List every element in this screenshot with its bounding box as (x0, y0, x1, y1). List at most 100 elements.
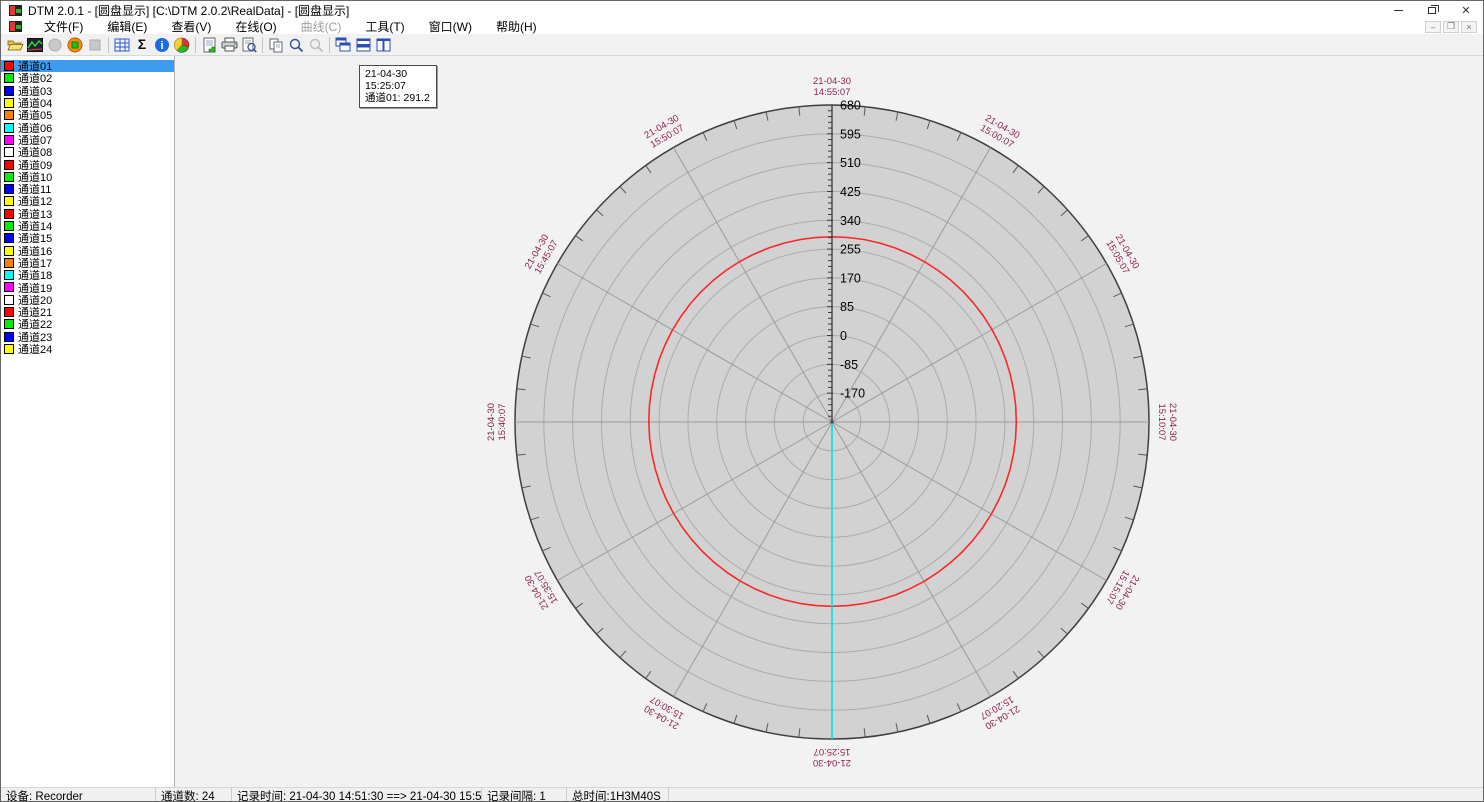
channel-color-swatch (4, 270, 14, 280)
close-button[interactable]: ✕ (1449, 1, 1483, 19)
toolbar-separator (108, 37, 109, 53)
svg-text:-170: -170 (840, 387, 865, 401)
polar-dial-chart[interactable]: -170-8508517025534042551059568021-04-301… (176, 56, 1484, 787)
svg-text:85: 85 (840, 300, 854, 314)
channel-color-swatch (4, 61, 14, 71)
toolbar: Σ i (1, 34, 1483, 56)
channel-color-swatch (4, 184, 14, 194)
toolbar-separator (262, 37, 263, 53)
menu-item[interactable]: 工具(T) (353, 18, 416, 35)
status-segment: 通道数: 24 (156, 788, 232, 802)
tile-horizontal-icon[interactable] (353, 35, 373, 55)
svg-text:21-04-30: 21-04-30 (486, 403, 497, 441)
svg-text:0: 0 (840, 329, 847, 343)
status-segment: 设备: Recorder (1, 788, 156, 802)
channel-color-swatch (4, 123, 14, 133)
channel-list: 通道01通道02通道03通道04通道05通道06通道07通道08通道09通道10… (1, 56, 175, 787)
app-window: DTM 2.0.1 - [圆盘显示] [C:\DTM 2.0.2\RealDat… (0, 0, 1484, 802)
export-icon[interactable] (199, 35, 219, 55)
channel-color-swatch (4, 233, 14, 243)
mdi-close-button[interactable]: × (1461, 21, 1477, 33)
status-segment: 记录间隔: 1 (482, 788, 567, 802)
channel-color-swatch (4, 98, 14, 108)
pie-chart-icon[interactable] (172, 35, 192, 55)
print-icon[interactable] (219, 35, 239, 55)
menu-item[interactable]: 帮助(H) (484, 18, 549, 35)
chart-area: -170-8508517025534042551059568021-04-301… (176, 56, 1484, 787)
svg-text:21-04-30: 21-04-30 (813, 76, 851, 87)
svg-text:Σ: Σ (138, 37, 146, 52)
tooltip-date: 21-04-30 (365, 68, 430, 80)
channel-item[interactable]: 通道24 (1, 343, 174, 355)
status-bar: 设备: Recorder通道数: 24记录时间: 21-04-30 14:51:… (1, 787, 1483, 802)
mdi-minimize-button[interactable]: – (1425, 21, 1441, 33)
open-folder-icon[interactable] (5, 35, 25, 55)
channel-color-swatch (4, 282, 14, 292)
channel-label: 通道24 (18, 341, 52, 357)
data-table-icon[interactable] (112, 35, 132, 55)
channel-color-swatch (4, 172, 14, 182)
main-area: 通道01通道02通道03通道04通道05通道06通道07通道08通道09通道10… (1, 56, 1484, 787)
mdi-document-icon[interactable] (9, 21, 22, 32)
app-icon (9, 5, 22, 16)
svg-text:15:25:07: 15:25:07 (814, 746, 851, 757)
tooltip-time: 15:25:07 (365, 80, 430, 92)
svg-text:425: 425 (840, 185, 861, 199)
status-segment: 记录时间: 21-04-30 14:51:30 ==> 21-04-30 15:… (232, 788, 482, 802)
tooltip-value: 通道01: 291.2 (365, 92, 430, 104)
menu-item[interactable]: 编辑(E) (95, 18, 159, 35)
svg-text:510: 510 (840, 156, 861, 170)
menu-item: 曲线(C) (289, 18, 354, 35)
channel-color-swatch (4, 86, 14, 96)
trend-chart-icon[interactable] (25, 35, 45, 55)
cascade-windows-icon[interactable] (333, 35, 353, 55)
copy-icon[interactable] (266, 35, 286, 55)
channel-color-swatch (4, 246, 14, 256)
svg-text:170: 170 (840, 271, 861, 285)
restore-button[interactable] (1415, 1, 1449, 19)
menu-item[interactable]: 在线(O) (223, 18, 288, 35)
svg-text:680: 680 (840, 99, 861, 113)
restore-icon (1428, 7, 1436, 14)
channel-color-swatch (4, 135, 14, 145)
close-icon: ✕ (1461, 4, 1470, 17)
channel-color-swatch (4, 319, 14, 329)
svg-text:340: 340 (840, 214, 861, 228)
svg-text:14:55:07: 14:55:07 (814, 87, 851, 98)
svg-text:i: i (160, 40, 163, 52)
menu-bar: 文件(F)编辑(E)查看(V)在线(O)曲线(C)工具(T)窗口(W)帮助(H)… (1, 19, 1483, 34)
svg-text:255: 255 (840, 243, 861, 257)
channel-color-swatch (4, 209, 14, 219)
channel-color-swatch (4, 196, 14, 206)
channel-color-swatch (4, 160, 14, 170)
print-preview-icon[interactable] (239, 35, 259, 55)
window-title: DTM 2.0.1 - [圆盘显示] [C:\DTM 2.0.2\RealDat… (28, 2, 349, 19)
channel-color-swatch (4, 295, 14, 305)
toolbar-separator (195, 37, 196, 53)
menu-item[interactable]: 文件(F) (32, 18, 95, 35)
status-segment: 总时间:1H3M40S (567, 788, 669, 802)
menu-item[interactable]: 窗口(W) (417, 18, 484, 35)
svg-text:595: 595 (840, 127, 861, 141)
mdi-restore-button[interactable]: ❐ (1443, 21, 1459, 33)
minimize-button[interactable] (1381, 1, 1415, 19)
zoom-disabled-icon (306, 35, 326, 55)
tile-vertical-icon[interactable] (373, 35, 393, 55)
svg-text:-85: -85 (840, 358, 858, 372)
channel-color-swatch (4, 332, 14, 342)
run-icon[interactable] (65, 35, 85, 55)
channel-color-swatch (4, 110, 14, 120)
toolbar-separator (329, 37, 330, 53)
svg-text:15:40:07: 15:40:07 (497, 404, 508, 441)
zoom-icon[interactable] (286, 35, 306, 55)
info-icon[interactable]: i (152, 35, 172, 55)
menu-item[interactable]: 查看(V) (159, 18, 223, 35)
channel-color-swatch (4, 307, 14, 317)
svg-text:21-04-30: 21-04-30 (813, 757, 851, 768)
cursor-tooltip: 21-04-30 15:25:07 通道01: 291.2 (359, 65, 437, 108)
stop-icon (85, 35, 105, 55)
sigma-icon[interactable]: Σ (132, 35, 152, 55)
channel-color-swatch (4, 221, 14, 231)
minimize-icon (1394, 10, 1403, 11)
svg-text:15:10:07: 15:10:07 (1156, 404, 1167, 441)
